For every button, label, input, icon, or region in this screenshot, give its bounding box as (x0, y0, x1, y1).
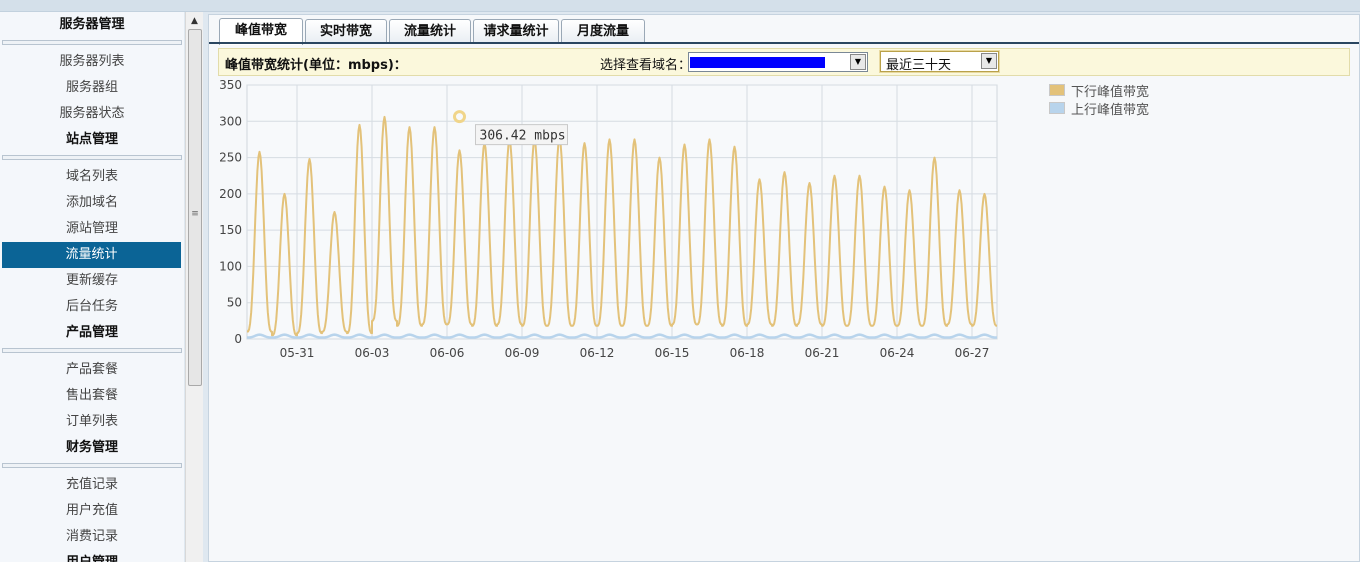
sidebar-item[interactable]: 服务器状态 (0, 101, 184, 127)
x-tick-label: 06-12 (580, 346, 615, 360)
x-tick-label: 06-03 (355, 346, 390, 360)
legend-swatch-down (1049, 84, 1065, 96)
tab[interactable]: 实时带宽 (305, 19, 387, 43)
sidebar-group-title[interactable]: 站点管理 (0, 127, 184, 153)
sidebar-group-divider (2, 463, 182, 468)
y-tick-label: 250 (219, 151, 242, 165)
sidebar-group-divider (2, 40, 182, 45)
y-tick-label: 350 (219, 78, 242, 92)
sidebar-item[interactable]: 域名列表 (0, 164, 184, 190)
y-tick-label: 0 (234, 332, 242, 346)
sidebar-item[interactable]: 售出套餐 (0, 383, 184, 409)
date-range-select[interactable]: 最近三十天 ▼ (879, 50, 1000, 73)
tooltip-text: 306.42 mbps (480, 129, 566, 144)
sidebar-group-title[interactable]: 产品管理 (0, 320, 184, 346)
sidebar-item[interactable]: 产品套餐 (0, 357, 184, 383)
sidebar-item[interactable]: 用户充值 (0, 498, 184, 524)
tab[interactable]: 请求量统计 (473, 19, 559, 43)
legend-swatch-up (1049, 102, 1065, 114)
sidebar-nav: 服务器管理服务器列表 服务器组 服务器状态 站点管理域名列表 添加域名 源站管理 流量统计更… (0, 12, 184, 562)
y-tick-label: 150 (219, 223, 242, 237)
y-tick-label: 100 (219, 259, 242, 273)
top-frame-bar (0, 0, 1360, 12)
x-tick-label: 05-31 (280, 346, 315, 360)
sidebar-scrollbar[interactable]: ▲ ≡ (185, 12, 203, 562)
domain-select-label: 选择查看域名： (600, 58, 692, 73)
sidebar-item[interactable]: 更新缓存 (0, 268, 184, 294)
legend-item-down[interactable]: 下行峰值带宽 (1049, 81, 1149, 100)
legend-label-up: 上行峰值带宽 (1071, 103, 1150, 118)
sidebar-group-title[interactable]: 用户管理 (0, 550, 184, 562)
filter-bar: 峰值带宽统计(单位：mbps)： 选择查看域名： ▼ 最近三十天 ▼ (218, 48, 1350, 76)
date-range-value: 最近三十天 (886, 58, 952, 73)
plot-area (246, 84, 998, 340)
sidebar-item[interactable]: 订单列表 (0, 409, 184, 435)
sidebar-item[interactable]: 消费记录 (0, 524, 184, 550)
domain-select[interactable]: ▼ (688, 52, 868, 72)
x-tick-label: 06-27 (955, 346, 990, 360)
grip-icon: ≡ (191, 209, 199, 219)
main-panel: 峰值带宽 实时带宽 流量统计 请求量统计 月度流量 峰值带宽统计(单位：mbps)： 选… (208, 14, 1360, 562)
x-tick-label: 06-21 (805, 346, 840, 360)
scroll-up-arrow-icon[interactable]: ▲ (186, 14, 203, 28)
sidebar-item[interactable]: 添加域名 (0, 190, 184, 216)
sidebar-group-title[interactable]: 服务器管理 (0, 12, 184, 38)
tab[interactable]: 月度流量 (561, 19, 645, 43)
chart-heading: 峰值带宽统计(单位：mbps)： (225, 58, 407, 73)
sidebar-group-title[interactable]: 财务管理 (0, 435, 184, 461)
sidebar-group-divider (2, 348, 182, 353)
tab-underline (209, 42, 1359, 44)
sidebar-item[interactable]: 充值记录 (0, 472, 184, 498)
sidebar-item[interactable]: 源站管理 (0, 216, 184, 242)
legend-item-up[interactable]: 上行峰值带宽 (1049, 99, 1149, 118)
chevron-down-icon[interactable]: ▼ (850, 54, 866, 70)
domain-selection-highlight (690, 57, 825, 68)
sidebar-item[interactable]: 服务器列表 (0, 49, 184, 75)
y-tick-label: 200 (219, 187, 242, 201)
x-tick-label: 06-18 (730, 346, 765, 360)
tab[interactable]: 流量统计 (389, 19, 471, 43)
x-tick-label: 06-09 (505, 346, 540, 360)
sidebar-group-divider (2, 155, 182, 160)
x-tick-label: 06-06 (430, 346, 465, 360)
sidebar-item[interactable]: 服务器组 (0, 75, 184, 101)
chevron-down-icon[interactable]: ▼ (981, 53, 997, 69)
sidebar-item[interactable]: 后台任务 (0, 294, 184, 320)
y-tick-label: 50 (227, 296, 242, 310)
sidebar-item[interactable]: 流量统计 (2, 242, 181, 268)
scrollbar-thumb[interactable]: ≡ (188, 29, 202, 386)
legend-label-down: 下行峰值带宽 (1071, 85, 1150, 100)
tab[interactable]: 峰值带宽 (219, 18, 303, 45)
x-tick-label: 06-15 (655, 346, 690, 360)
y-tick-label: 300 (219, 114, 242, 128)
x-tick-label: 06-24 (880, 346, 915, 360)
peak-bandwidth-chart: 0 50 100 150 200 250 300 350 05-31 06-03 06-06 06-0… (219, 78, 998, 360)
